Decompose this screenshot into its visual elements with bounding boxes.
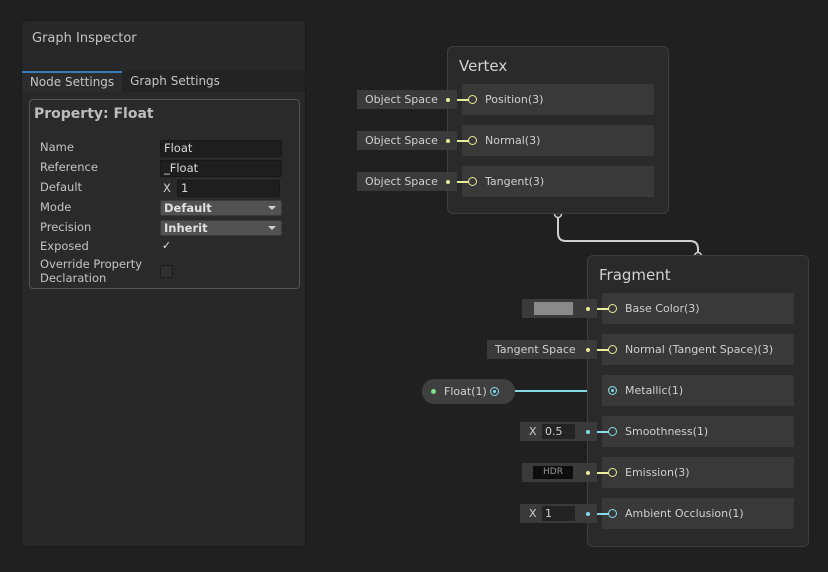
- float-port-icon[interactable]: [608, 509, 617, 518]
- connector-line: [597, 349, 609, 351]
- slot-label: Metallic(1): [625, 384, 684, 397]
- vector-port-icon[interactable]: [608, 468, 617, 477]
- connector-line: [457, 99, 469, 101]
- float-property-node[interactable]: Float(1): [422, 379, 515, 404]
- fragment-slot-metallic[interactable]: Metallic(1): [602, 375, 794, 406]
- fragment-slot-ambient-occlusion[interactable]: Ambient Occlusion(1): [602, 498, 794, 529]
- slot-label: Normal(3): [485, 134, 541, 147]
- axis-label: X: [529, 507, 537, 520]
- fragment-slot-emission[interactable]: Emission(3): [602, 457, 794, 488]
- vector-port-icon[interactable]: [468, 136, 477, 145]
- property-node-label: Float(1): [444, 385, 487, 398]
- slot-label: Position(3): [485, 93, 544, 106]
- vector-port-icon[interactable]: [608, 304, 617, 313]
- connector-line: [457, 140, 469, 142]
- float-port-icon[interactable]: [608, 386, 617, 395]
- vertex-title: Vertex: [459, 57, 508, 75]
- vertex-slot-position[interactable]: Position(3): [462, 84, 654, 115]
- connector-line: [597, 308, 609, 310]
- slot-label: Smoothness(1): [625, 425, 709, 438]
- smoothness-value-field[interactable]: 0.5: [542, 424, 575, 439]
- connector-line: [597, 431, 609, 433]
- object-space-input[interactable]: Object Space: [357, 172, 457, 191]
- connector-line: [597, 472, 609, 474]
- connector-dot-icon: [586, 307, 590, 311]
- slot-label: Tangent(3): [485, 175, 545, 188]
- float-output-port-icon[interactable]: [490, 387, 499, 396]
- fragment-slot-normal[interactable]: Normal (Tangent Space)(3): [602, 334, 794, 365]
- vector-port-icon[interactable]: [608, 345, 617, 354]
- object-space-input[interactable]: Object Space: [357, 90, 457, 109]
- connector-dot-icon: [586, 430, 590, 434]
- exposed-indicator-icon: [431, 389, 436, 394]
- connector-dot-icon: [446, 98, 450, 102]
- slot-label: Normal (Tangent Space)(3): [625, 343, 774, 356]
- float-port-icon[interactable]: [608, 427, 617, 436]
- color-swatch[interactable]: [534, 302, 573, 315]
- connector-dot-icon: [586, 512, 590, 516]
- fragment-title: Fragment: [599, 266, 671, 284]
- ao-value-field[interactable]: 1: [542, 506, 575, 521]
- fragment-slot-base-color[interactable]: Base Color(3): [602, 293, 794, 324]
- slot-label: Base Color(3): [625, 302, 700, 315]
- object-space-input[interactable]: Object Space: [357, 131, 457, 150]
- axis-label: X: [529, 425, 537, 438]
- vertex-slot-normal[interactable]: Normal(3): [462, 125, 654, 156]
- vertex-slot-tangent[interactable]: Tangent(3): [462, 166, 654, 197]
- fragment-slot-smoothness[interactable]: Smoothness(1): [602, 416, 794, 447]
- connector-line: [457, 181, 469, 183]
- vertex-fragment-edge: [557, 215, 699, 256]
- connector-dot-icon: [586, 471, 590, 475]
- connector-dot-icon: [586, 348, 590, 352]
- connector-line: [597, 513, 609, 515]
- slot-label: Emission(3): [625, 466, 690, 479]
- vector-port-icon[interactable]: [468, 95, 477, 104]
- tangent-space-input[interactable]: Tangent Space: [487, 340, 597, 359]
- slot-label: Ambient Occlusion(1): [625, 507, 744, 520]
- vector-port-icon[interactable]: [468, 177, 477, 186]
- connector-dot-icon: [446, 180, 450, 184]
- connector-dot-icon: [446, 139, 450, 143]
- hdr-color-swatch[interactable]: HDR: [533, 466, 573, 479]
